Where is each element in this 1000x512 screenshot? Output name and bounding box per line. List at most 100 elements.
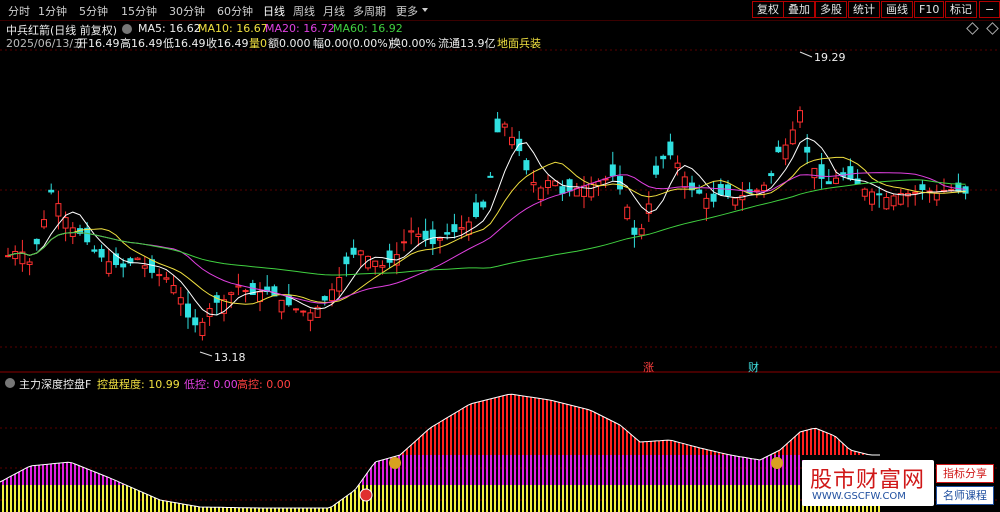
quote-turnover: 换0.00% <box>390 37 436 50</box>
candle-body <box>134 257 141 261</box>
candle-body <box>566 179 573 192</box>
candle-body <box>732 197 739 206</box>
candle-body <box>501 123 508 128</box>
candle-body <box>847 166 854 180</box>
candle-body <box>725 184 731 197</box>
candle-body <box>300 310 307 313</box>
candle-body <box>170 284 177 294</box>
candle-body <box>271 286 278 297</box>
candle-body <box>91 249 98 252</box>
candle-body <box>588 183 595 198</box>
moneybag-icon <box>771 457 783 469</box>
indicator-title: 主力深度控盘F <box>19 378 92 391</box>
candle-body <box>861 188 868 197</box>
candle-body <box>120 263 127 268</box>
candle-body <box>768 173 775 177</box>
candle-body <box>185 303 191 318</box>
watermark-name: 股市财富网 <box>810 468 926 493</box>
candle-body <box>422 230 429 240</box>
candle-body <box>703 197 710 209</box>
candle-body <box>357 250 364 256</box>
candle-body <box>329 289 335 302</box>
ma10-label: MA10: 16.67 <box>198 22 268 35</box>
candle-body <box>26 261 33 265</box>
candle-body <box>199 321 206 337</box>
candle-body <box>343 256 350 265</box>
candle-body <box>537 187 544 200</box>
candle-body <box>336 277 343 292</box>
ma20-line <box>7 172 966 304</box>
kline-chart[interactable] <box>0 0 1000 512</box>
watermark-logo: 股市财富网 WWW.GSCFW.COM <box>802 460 934 506</box>
candle-body <box>833 177 839 184</box>
signal-dot-icon <box>359 488 373 502</box>
low-marker-line <box>199 351 213 357</box>
candle-body <box>631 227 638 235</box>
candle-body <box>487 175 494 178</box>
candle-body <box>660 155 667 160</box>
candle-body <box>523 160 530 171</box>
candle-body <box>912 191 919 194</box>
candle-body <box>235 285 242 288</box>
candle-body <box>717 184 724 196</box>
candle-body <box>919 184 926 191</box>
candle-body <box>797 110 803 123</box>
candle-body <box>638 228 645 236</box>
candle-body <box>350 247 357 255</box>
candle-body <box>933 192 940 201</box>
candle-body <box>530 181 537 186</box>
quote-low: 低16.49 <box>163 37 206 50</box>
candle-body <box>624 206 631 220</box>
quote-amount: 额0.000 <box>268 37 311 50</box>
quote-open: 开16.49 <box>77 37 120 50</box>
candle-body <box>437 237 443 241</box>
candle-body <box>869 191 875 205</box>
candle-body <box>480 201 487 208</box>
settings-circle-icon[interactable] <box>122 24 132 34</box>
candle-body <box>429 229 436 245</box>
candle-body <box>278 299 285 313</box>
candle-body <box>696 189 703 194</box>
ma60-label: MA60: 16.92 <box>333 22 403 35</box>
candle-body <box>242 290 249 293</box>
candle-body <box>141 265 148 269</box>
candle-body <box>33 238 40 245</box>
candle-body <box>609 164 616 177</box>
candle-body <box>379 265 386 268</box>
candle-body <box>62 217 69 229</box>
candle-body <box>84 227 91 243</box>
candle-body <box>372 260 379 268</box>
candle-body <box>408 230 415 233</box>
marker-zhang: 涨 <box>643 361 654 374</box>
candle-body <box>228 292 235 295</box>
candle-body <box>753 189 760 192</box>
high-price-label: 19.29 <box>814 51 846 64</box>
candle-body <box>674 162 681 169</box>
candle-body <box>55 203 62 217</box>
indicator-control: 控盘程度: 10.99 <box>97 378 180 391</box>
candle-body <box>163 277 170 280</box>
indicator-settings-icon[interactable] <box>5 378 15 388</box>
candle-body <box>415 233 422 238</box>
quote-change: 幅0.00(0.00%) <box>313 37 393 50</box>
candle-body <box>5 255 11 258</box>
high-marker-line <box>799 51 813 58</box>
candle-body <box>825 181 832 185</box>
candle-body <box>545 180 551 188</box>
candle-body <box>98 248 105 258</box>
candle-body <box>192 317 199 326</box>
ma20-label: MA20: 16.72 <box>265 22 335 35</box>
candle-body <box>444 232 451 235</box>
candle-body <box>307 312 314 321</box>
quote-concept: 地面兵装 <box>497 37 541 50</box>
candle-body <box>890 195 897 207</box>
indicator-low: 低控: 0.00 <box>184 378 238 391</box>
marker-cai: 财 <box>748 361 759 374</box>
quote-date: 2025/06/13/五 <box>6 37 85 50</box>
candle-body <box>177 297 184 305</box>
candle-body <box>401 241 407 244</box>
candle-body <box>811 167 818 179</box>
candle-body <box>667 141 674 156</box>
candle-body <box>883 196 890 210</box>
quote-float: 流通13.9亿 <box>438 37 496 50</box>
